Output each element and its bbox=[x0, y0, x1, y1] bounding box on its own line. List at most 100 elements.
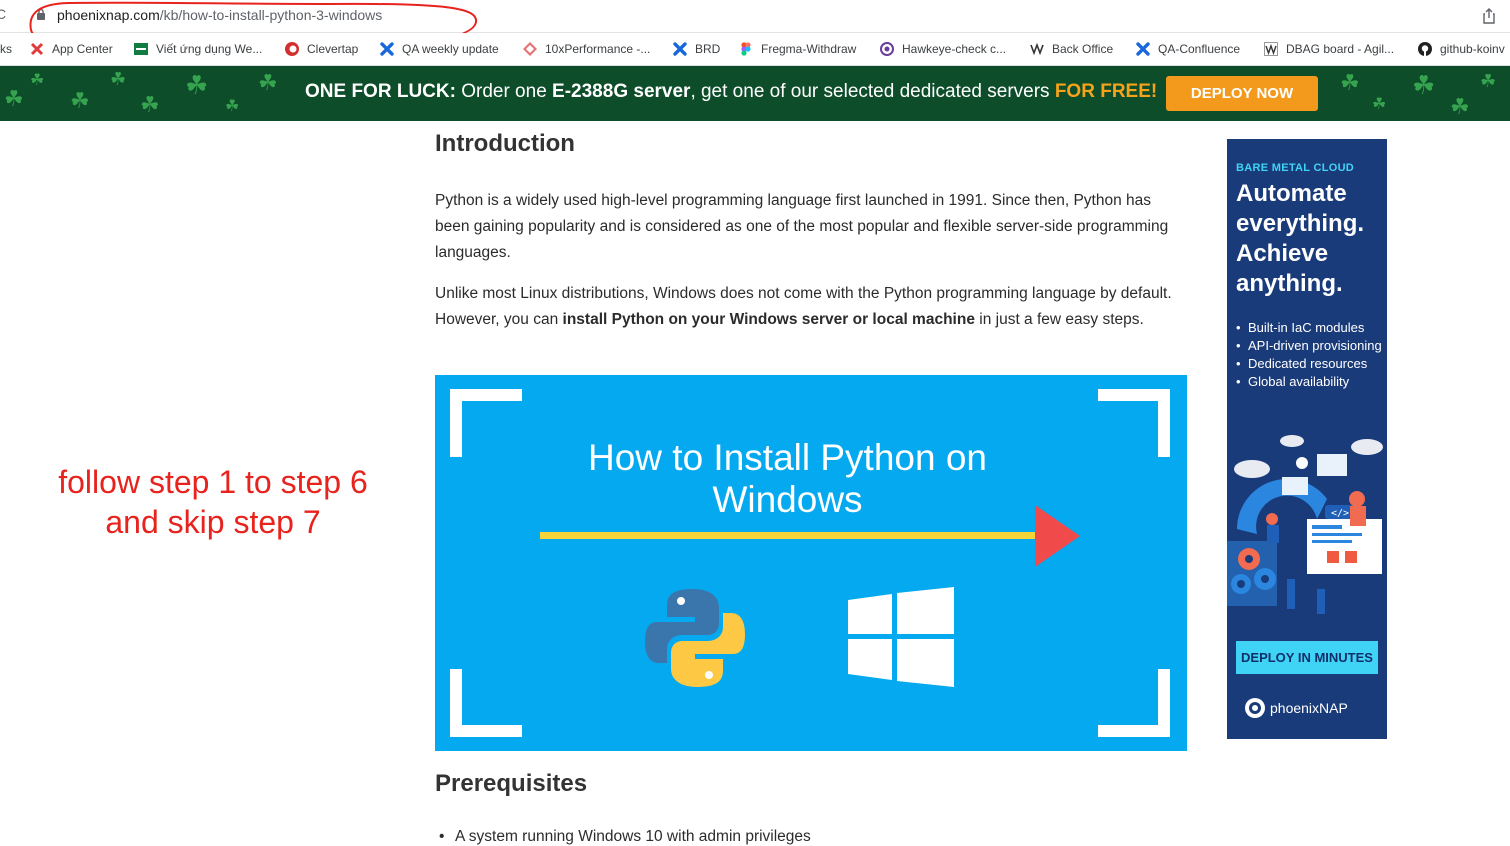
bookmark-github[interactable]: github-koinv bbox=[1418, 39, 1505, 59]
url-path: /kb/how-to-install-python-3-windows bbox=[159, 7, 383, 23]
ad-headline: Automate everything. Achieve anything. bbox=[1236, 180, 1365, 297]
bookmark-label: QA-Confluence bbox=[1158, 42, 1241, 56]
target-icon bbox=[880, 42, 894, 56]
bookmark-dbag-board[interactable]: DBAG board - Agil... bbox=[1264, 39, 1394, 59]
github-icon bbox=[1418, 42, 1432, 56]
bookmark-label: ks bbox=[0, 42, 12, 56]
vv-icon bbox=[1030, 42, 1044, 56]
introduction-heading: Introduction bbox=[435, 130, 575, 157]
bookmark-label: App Center bbox=[52, 42, 113, 56]
url-text[interactable]: phoenixnap.com/kb/how-to-install-python-… bbox=[57, 7, 382, 23]
bookmark-label: Fregma-Withdraw bbox=[761, 42, 857, 56]
python-logo-icon bbox=[645, 589, 745, 687]
bookmark-app-center[interactable]: App Center bbox=[30, 39, 113, 59]
green-flag-icon bbox=[134, 43, 148, 55]
clover-icon: ☘ bbox=[1340, 70, 1360, 95]
bookmark-qa-confluence[interactable]: QA-Confluence bbox=[1136, 39, 1240, 59]
ad-feature-list: Built-in IaC modules API-driven provisio… bbox=[1236, 320, 1386, 392]
annotation-line: and skip step 7 bbox=[105, 504, 321, 540]
clover-icon: ☘ bbox=[1480, 71, 1497, 91]
bookmark-label: Hawkeye-check c... bbox=[902, 42, 1007, 56]
prerequisites-heading: Prerequisites bbox=[435, 770, 588, 797]
phoenixnap-logo: phoenixNAP bbox=[1244, 697, 1348, 719]
intro-paragraph-1: Python is a widely used high-level progr… bbox=[435, 192, 1169, 261]
prerequisites-list: A system running Windows 10 with admin p… bbox=[435, 828, 811, 846]
clover-icon: ☘ bbox=[258, 70, 278, 95]
bookmark-hawkeye[interactable]: Hawkeye-check c... bbox=[880, 39, 1006, 59]
figma-icon bbox=[741, 42, 751, 56]
clover-icon: ☘ bbox=[1412, 70, 1436, 100]
paragraph-text: in just a few easy steps. bbox=[974, 311, 1144, 328]
brand-name: phoenixNAP bbox=[1270, 700, 1348, 716]
ad-eyebrow: BARE METAL CLOUD bbox=[1236, 162, 1355, 174]
intro-paragraph-2: Unlike most Linux distributions, Windows… bbox=[435, 281, 1187, 333]
clover-icon: ☘ bbox=[70, 88, 90, 113]
phoenixnap-logo-icon bbox=[1245, 698, 1265, 718]
address-bar[interactable]: C phoenixnap.com/kb/how-to-install-pytho… bbox=[0, 0, 1510, 55]
annotation-line: follow step 1 to step 6 bbox=[58, 464, 368, 500]
bookmark-label: Back Office bbox=[1052, 42, 1114, 56]
promo-text-part: , get one of our selected dedicated serv… bbox=[690, 81, 1055, 102]
list-item: Dedicated resources bbox=[1236, 356, 1386, 373]
list-item: API-driven provisioning bbox=[1236, 338, 1386, 355]
clover-icon: ☘ bbox=[185, 70, 209, 100]
bookmark-label: 10xPerformance -... bbox=[545, 42, 651, 56]
svg-text:</>: </> bbox=[1331, 508, 1349, 519]
vv-icon bbox=[1264, 42, 1278, 56]
bookmark-viet-ung-dung[interactable]: Viết ứng dụng We... bbox=[134, 39, 262, 59]
diamond-icon bbox=[523, 42, 537, 56]
bookmark-clevertap[interactable]: Clevertap bbox=[285, 39, 358, 59]
clover-icon: ☘ bbox=[4, 86, 24, 111]
sidebar-ad[interactable]: BARE METAL CLOUD Automate everything. Ac… bbox=[1227, 139, 1387, 739]
list-item: Global availability bbox=[1236, 374, 1386, 391]
windows-logo-icon bbox=[848, 587, 954, 687]
bookmark-back-office[interactable]: Back Office bbox=[1030, 39, 1113, 59]
arrow-right-icon bbox=[540, 505, 1080, 567]
promo-lead: ONE FOR LUCK: bbox=[305, 81, 456, 102]
bookmark-label: BRD bbox=[695, 42, 721, 56]
bookmark-label: Viết ứng dụng We... bbox=[156, 42, 263, 56]
cloud-automation-illustration: </> bbox=[1227, 435, 1383, 614]
clover-icon: ☘ bbox=[30, 72, 45, 89]
promo-product: E-2388G server bbox=[552, 81, 691, 102]
bookmark-label: QA weekly update bbox=[402, 42, 499, 56]
clover-icon: ☘ bbox=[110, 69, 127, 89]
list-item: Built-in IaC modules bbox=[1236, 320, 1386, 337]
bookmark-brd[interactable]: BRD bbox=[673, 39, 720, 59]
confluence-x-icon bbox=[1136, 42, 1150, 56]
clover-icon: ☘ bbox=[1450, 94, 1470, 119]
clevertap-icon bbox=[285, 42, 299, 56]
hero-image: How to Install Python on Windows bbox=[435, 375, 1187, 751]
promo-text-part: Order one bbox=[455, 81, 553, 102]
bookmark-10xperformance[interactable]: 10xPerformance -... bbox=[523, 39, 650, 59]
bookmark-ks[interactable]: ks bbox=[0, 39, 12, 59]
deploy-in-minutes-button[interactable]: DEPLOY IN MINUTES bbox=[1236, 641, 1378, 674]
app-center-icon bbox=[30, 42, 44, 56]
bookmarks-bar: ks App Center Viết ứng dụng We... Clever… bbox=[0, 33, 1510, 66]
url-host: phoenixnap.com bbox=[57, 7, 160, 23]
paragraph-bold-text: install Python on your Windows server or… bbox=[562, 311, 975, 328]
frame-corner bbox=[1098, 669, 1170, 737]
bookmark-label: Clevertap bbox=[307, 42, 359, 56]
reload-icon[interactable]: C bbox=[0, 6, 6, 22]
share-icon[interactable] bbox=[1482, 8, 1496, 24]
clover-icon: ☘ bbox=[225, 98, 240, 115]
bookmark-label: DBAG board - Agil... bbox=[1286, 42, 1395, 56]
frame-corner bbox=[450, 389, 522, 457]
deploy-now-button[interactable]: DEPLOY NOW bbox=[1166, 76, 1318, 111]
promo-highlight: FOR FREE! bbox=[1054, 81, 1158, 102]
frame-corner bbox=[1098, 389, 1170, 457]
confluence-x-icon bbox=[380, 42, 394, 56]
bookmark-label: github-koinv bbox=[1440, 42, 1505, 56]
promo-banner[interactable]: ☘ ☘ ☘ ☘ ☘ ☘ ☘ ☘ ☘ ☘ ☘ ☘ ☘ ONE FOR LUCK: … bbox=[0, 66, 1510, 121]
confluence-x-icon bbox=[673, 42, 687, 56]
promo-text: ONE FOR LUCK: Order one E-2388G server, … bbox=[305, 81, 1157, 103]
step-instruction-annotation: follow step 1 to step 6 and skip step 7 bbox=[38, 462, 388, 542]
lock-icon[interactable] bbox=[36, 8, 46, 20]
frame-corner bbox=[450, 669, 522, 737]
bookmark-qa-weekly-update[interactable]: QA weekly update bbox=[380, 39, 499, 59]
clover-icon: ☘ bbox=[140, 92, 160, 117]
clover-icon: ☘ bbox=[1372, 96, 1387, 113]
list-item: A system running Windows 10 with admin p… bbox=[435, 828, 811, 846]
bookmark-fregma-withdraw[interactable]: Fregma-Withdraw bbox=[739, 39, 856, 59]
